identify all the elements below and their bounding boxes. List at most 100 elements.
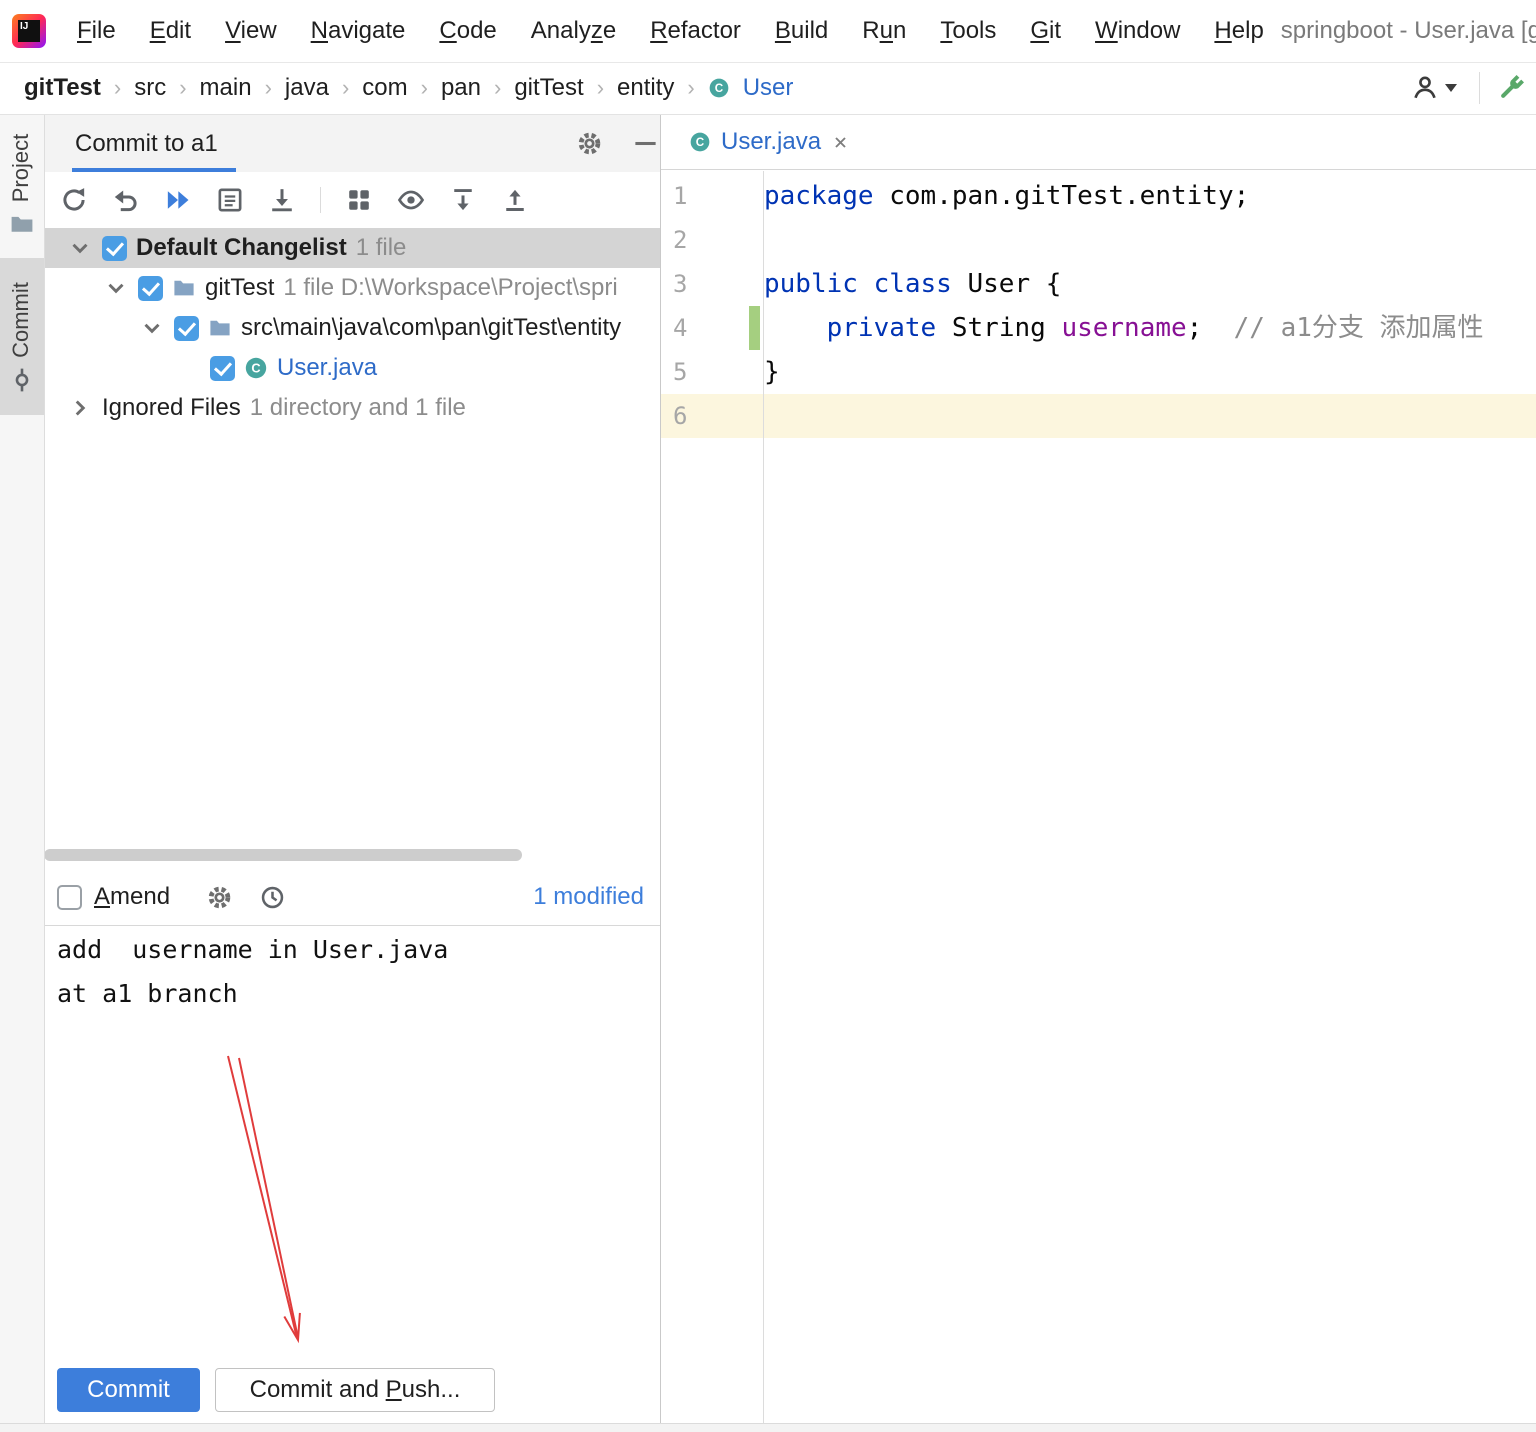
editor-tab-label: User.java	[721, 128, 821, 156]
commit-button[interactable]: Commit	[57, 1368, 200, 1412]
code-token: public class	[764, 269, 952, 299]
svg-text:C: C	[715, 82, 724, 95]
close-icon[interactable]	[831, 133, 850, 152]
vcs-user-icon[interactable]	[1411, 74, 1439, 102]
window-title: springboot - User.java [g	[1281, 17, 1536, 45]
vcs-change-marker	[749, 306, 760, 350]
scrollbar-thumb[interactable]	[44, 849, 522, 861]
gear-icon[interactable]	[206, 884, 233, 911]
hide-panel-icon[interactable]	[632, 130, 659, 157]
commit-tab-label[interactable]: Commit	[8, 282, 34, 358]
tree-meta: 1 file	[356, 234, 407, 262]
breadcrumb-separator: ›	[597, 75, 604, 101]
breadcrumb-item-main[interactable]: main	[200, 74, 252, 102]
changes-tree: Default Changelist 1 file gitTest1 file D:…	[44, 228, 660, 848]
breadcrumb-item-com[interactable]: com	[362, 74, 407, 102]
editor-area: C User.java 123456 package com.pan.gitTe…	[661, 115, 1536, 1432]
editor-tab-user-java[interactable]: C User.java	[673, 115, 866, 169]
tree-label: Ignored Files	[102, 394, 241, 422]
menu-tools[interactable]: Tools	[923, 17, 1013, 45]
menu-git[interactable]: Git	[1013, 17, 1078, 45]
preview-diff-icon[interactable]	[397, 186, 425, 214]
line-number: 5	[661, 350, 763, 394]
code-token: ;	[1187, 313, 1234, 343]
breadcrumb-separator: ›	[114, 75, 121, 101]
menu-view[interactable]: View	[208, 17, 294, 45]
show-diff-icon[interactable]	[216, 186, 244, 214]
code-editor[interactable]: 123456 package com.pan.gitTest.entity;pu…	[661, 171, 1536, 1432]
status-bar	[0, 1423, 1536, 1432]
menu-edit[interactable]: Edit	[133, 17, 208, 45]
commit-node-icon[interactable]	[9, 367, 35, 393]
group-by-icon[interactable]	[345, 186, 373, 214]
amend-checkbox[interactable]	[57, 885, 82, 910]
menu-code[interactable]: Code	[422, 17, 513, 45]
refresh-icon[interactable]	[60, 186, 88, 214]
checkbox[interactable]	[138, 276, 163, 301]
breadcrumb-item-gittest[interactable]: gitTest	[514, 74, 583, 102]
code-line: public class User {	[764, 262, 1536, 306]
tree-row-2[interactable]: src\main\java\com\pan\gitTest\entity	[44, 308, 660, 348]
chevron-spacer	[175, 355, 201, 381]
menu-analyze[interactable]: Analyze	[514, 17, 633, 45]
line-number: 3	[661, 262, 763, 306]
shelve-icon[interactable]	[268, 186, 296, 214]
chevron-down-icon[interactable]	[139, 315, 165, 341]
menu-navigate[interactable]: Navigate	[294, 17, 423, 45]
breadcrumb-item-src[interactable]: src	[134, 74, 166, 102]
checkbox[interactable]	[174, 316, 199, 341]
checkbox[interactable]	[210, 356, 235, 381]
commit-message-editor[interactable]: add username in User.javaat a1 branch	[44, 925, 660, 1432]
rollback-icon[interactable]	[112, 186, 140, 214]
breadcrumb-item-gittest[interactable]: gitTest	[24, 74, 101, 102]
commit-and-push-button[interactable]: Commit and Push...	[215, 1368, 495, 1412]
gear-icon[interactable]	[576, 130, 603, 157]
modified-count-link[interactable]: 1 modified	[533, 883, 644, 911]
project-folder-icon[interactable]	[9, 211, 35, 237]
line-number: 1	[661, 174, 763, 218]
tree-row-1[interactable]: gitTest1 file D:\Workspace\Project\spri	[44, 268, 660, 308]
horizontal-scrollbar[interactable]	[44, 848, 660, 862]
commit-buttons: Commit Commit and Push...	[44, 1368, 660, 1412]
chevron-down-icon[interactable]	[67, 235, 93, 261]
code-line: private String username; // a1分支 添加属性	[764, 306, 1536, 350]
menu-window[interactable]: Window	[1078, 17, 1197, 45]
menu-file[interactable]: File	[60, 17, 133, 45]
chevron-down-icon[interactable]	[1445, 84, 1457, 92]
ide-window: IJ FileEditViewNavigateCodeAnalyzeRefact…	[0, 0, 1536, 1432]
amend-label[interactable]: Amend	[94, 883, 170, 911]
expand-all-icon[interactable]	[449, 186, 477, 214]
breadcrumb-separator: ›	[494, 75, 501, 101]
tool-window-stripe: Project Commit	[0, 115, 45, 1432]
tree-row-4[interactable]: Ignored Files1 directory and 1 file	[44, 388, 660, 428]
breadcrumb-bar: gitTest›src›main›java›com›pan›gitTest›en…	[0, 62, 1536, 115]
class-icon: C	[708, 77, 730, 99]
breadcrumb-separator: ›	[421, 75, 428, 101]
shelve-silently-icon[interactable]	[164, 186, 192, 214]
breadcrumb-item-pan[interactable]: pan	[441, 74, 481, 102]
tree-row-3[interactable]: CUser.java	[44, 348, 660, 388]
chevron-down-icon[interactable]	[103, 275, 129, 301]
breadcrumb-item-user[interactable]: User	[743, 74, 794, 102]
checkbox[interactable]	[102, 236, 127, 261]
build-wrench-icon[interactable]	[1496, 73, 1526, 103]
breadcrumb-item-java[interactable]: java	[285, 74, 329, 102]
code-token: // a1分支 添加属性	[1234, 313, 1484, 343]
commit-message-line: at a1 branch	[57, 972, 660, 1016]
menu-bar: IJ FileEditViewNavigateCodeAnalyzeRefact…	[0, 0, 1536, 63]
menu-build[interactable]: Build	[758, 17, 845, 45]
menu-refactor[interactable]: Refactor	[633, 17, 758, 45]
breadcrumb-item-entity[interactable]: entity	[617, 74, 674, 102]
menu-help[interactable]: Help	[1197, 17, 1280, 45]
history-icon[interactable]	[259, 884, 286, 911]
menu-run[interactable]: Run	[845, 17, 923, 45]
commit-panel-header: Commit to a1	[44, 115, 660, 172]
project-tab-label[interactable]: Project	[8, 134, 34, 202]
code-line	[764, 394, 1536, 438]
class-icon: C	[689, 131, 711, 153]
chevron-right-icon[interactable]	[67, 395, 93, 421]
editor-gutter: 123456	[661, 171, 764, 1432]
tree-label: Default Changelist	[136, 234, 347, 262]
collapse-all-icon[interactable]	[501, 186, 529, 214]
tree-row-0[interactable]: Default Changelist 1 file	[44, 228, 660, 268]
